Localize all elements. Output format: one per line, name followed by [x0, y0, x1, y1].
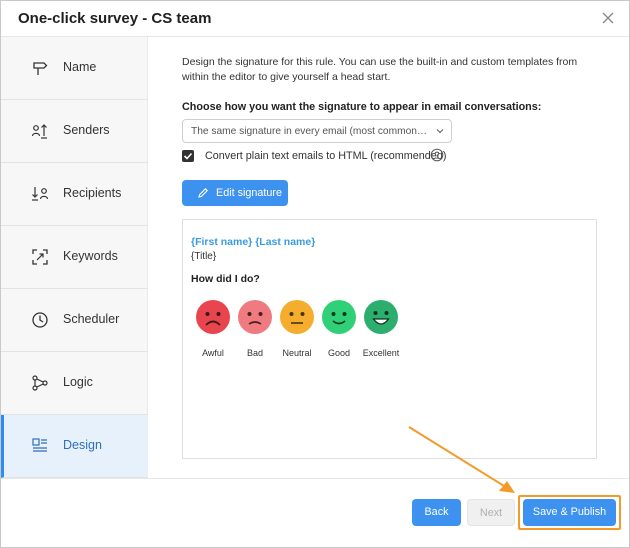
- neutral-face-icon[interactable]: [279, 299, 315, 335]
- sidebar-item-label: Logic: [63, 375, 93, 389]
- sidebar-item-label: Name: [63, 60, 97, 74]
- back-button[interactable]: Back: [412, 499, 461, 526]
- convert-html-label: Convert plain text emails to HTML (recom…: [205, 150, 447, 162]
- recipients-icon: [32, 187, 49, 201]
- close-icon[interactable]: [601, 11, 615, 25]
- next-button[interactable]: Next: [467, 499, 515, 526]
- convert-html-checkbox[interactable]: [182, 150, 194, 162]
- keywords-icon: [32, 249, 48, 265]
- signature-name-placeholder: {First name} {Last name}: [191, 236, 316, 248]
- sidebar-item-label: Recipients: [63, 186, 122, 200]
- logic-icon: [32, 375, 48, 391]
- design-icon: [32, 438, 47, 452]
- senders-icon: [31, 124, 47, 139]
- excellent-face-icon[interactable]: [363, 299, 399, 335]
- dialog-title: One-click survey - CS team: [18, 10, 212, 27]
- survey-dialog: One-click survey - CS team Name Senders: [0, 0, 630, 548]
- choose-label: Choose how you want the signature to app…: [182, 101, 542, 113]
- clock-icon: [32, 312, 48, 328]
- save-publish-button[interactable]: Save & Publish: [523, 499, 616, 526]
- select-value: The same signature in every email (most …: [191, 126, 429, 137]
- awful-face-icon[interactable]: [195, 299, 231, 335]
- signature-preview: {First name} {Last name} {Title} How did…: [182, 219, 597, 459]
- sidebar-item-scheduler[interactable]: Scheduler: [1, 289, 148, 352]
- title-bar: One-click survey - CS team: [1, 1, 629, 37]
- sidebar-item-senders[interactable]: Senders: [1, 100, 148, 163]
- rating-label-excellent: Excellent: [362, 348, 400, 358]
- sidebar-item-recipients[interactable]: Recipients: [1, 163, 148, 226]
- sidebar: Name Senders Recipients Keywords Schedul…: [1, 37, 148, 478]
- signpost-icon: [33, 62, 48, 75]
- sidebar-item-keywords[interactable]: Keywords: [1, 226, 148, 289]
- pencil-icon: [198, 188, 208, 198]
- signature-mode-select[interactable]: The same signature in every email (most …: [182, 119, 452, 143]
- edit-signature-label: Edit signature: [216, 187, 283, 199]
- checkmark-icon: [183, 152, 193, 160]
- survey-question: How did I do?: [191, 273, 260, 285]
- sidebar-item-name[interactable]: Name: [1, 37, 148, 100]
- sidebar-item-logic[interactable]: Logic: [1, 352, 148, 415]
- sidebar-item-design[interactable]: Design: [1, 415, 148, 478]
- signature-title-placeholder: {Title}: [191, 251, 217, 262]
- design-description: Design the signature for this rule. You …: [182, 56, 578, 83]
- bad-face-icon[interactable]: [237, 299, 273, 335]
- annotation-arrow-icon: [408, 426, 515, 493]
- good-face-icon[interactable]: [321, 299, 357, 335]
- sidebar-item-label: Senders: [63, 123, 110, 137]
- sidebar-item-label: Design: [63, 438, 102, 452]
- sidebar-item-label: Scheduler: [63, 312, 120, 326]
- sidebar-item-label: Keywords: [63, 249, 118, 263]
- chevron-down-icon: [436, 129, 444, 134]
- help-icon[interactable]: [430, 148, 444, 162]
- edit-signature-button[interactable]: Edit signature: [182, 180, 288, 206]
- main-content: Design the signature for this rule. You …: [149, 37, 629, 477]
